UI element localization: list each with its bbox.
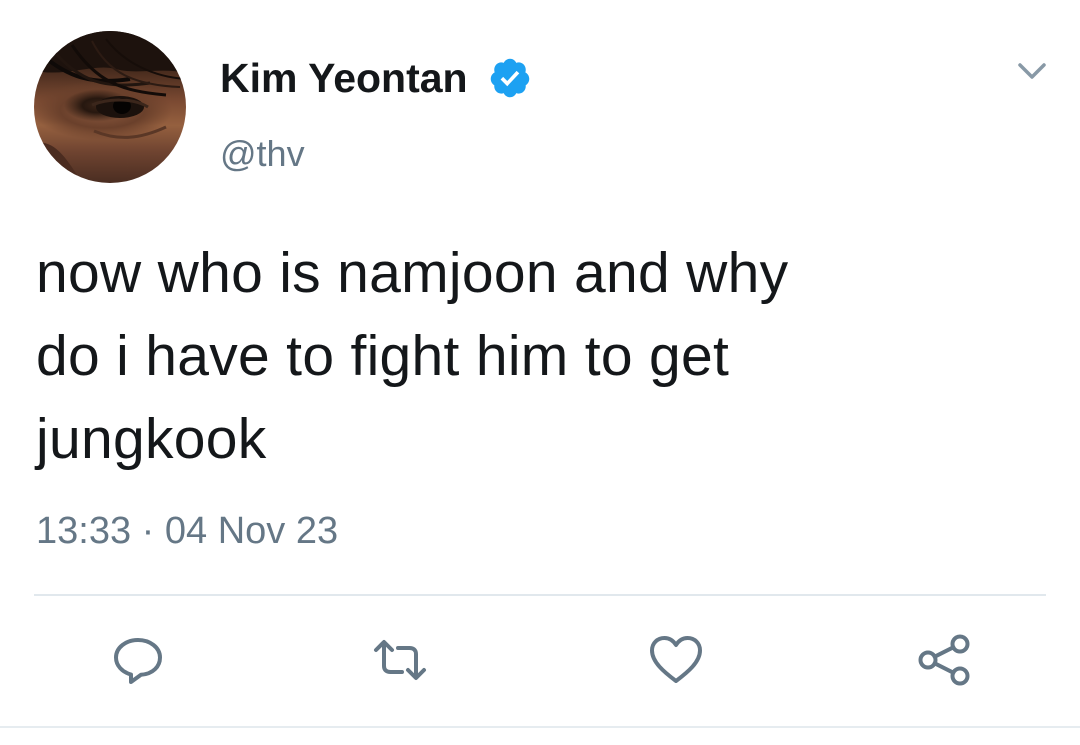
user-handle[interactable]: @thv — [220, 132, 305, 176]
verified-badge-icon — [490, 58, 530, 98]
share-icon[interactable] — [914, 630, 974, 690]
divider — [34, 594, 1046, 596]
heart-icon[interactable] — [646, 630, 706, 690]
avatar-portrait — [34, 31, 186, 183]
avatar[interactable] — [34, 31, 186, 183]
retweet-icon[interactable] — [370, 630, 430, 690]
tweet-timestamp[interactable]: 13:33 · 04 Nov 23 — [36, 508, 338, 554]
tweet-card: Kim Yeontan @thv now who is namjoon and … — [0, 0, 1080, 745]
reply-bubble-icon[interactable] — [108, 630, 168, 690]
bottom-divider — [0, 726, 1080, 728]
chevron-down-icon[interactable] — [1014, 56, 1050, 86]
display-name[interactable]: Kim Yeontan — [220, 54, 468, 102]
tweet-text: now who is namjoon and why do i have to … — [36, 241, 789, 471]
